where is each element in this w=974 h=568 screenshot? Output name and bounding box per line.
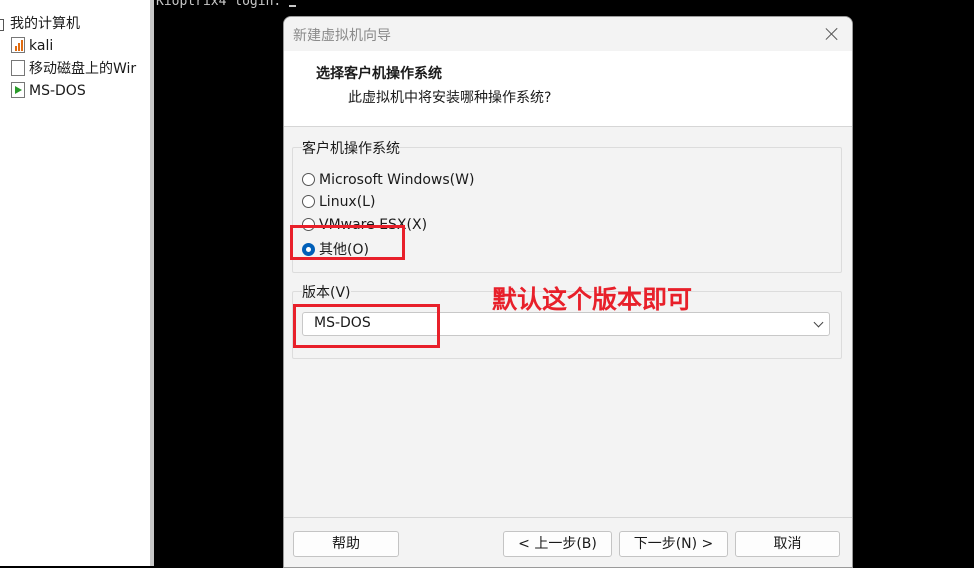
help-button[interactable]: 帮助	[293, 531, 399, 557]
library-root[interactable]: 我的计算机	[0, 14, 80, 34]
radio-button[interactable]	[302, 173, 315, 186]
library-item-kali[interactable]: kali	[11, 36, 53, 56]
wizard-header: 选择客户机操作系统 此虚拟机中将安装哪种操作系统?	[284, 51, 852, 127]
checkbox-icon[interactable]	[0, 19, 4, 31]
close-icon[interactable]	[822, 24, 842, 44]
radio-option-windows[interactable]: Microsoft Windows(W)	[302, 172, 474, 192]
vm-icon	[11, 37, 25, 53]
annotation-highlight-other	[290, 225, 405, 260]
library-root-label: 我的计算机	[10, 16, 80, 32]
library-item-removable[interactable]: 移动磁盘上的Wir	[11, 59, 136, 79]
console-login-prompt: Kioptrix4 login:	[156, 0, 290, 9]
library-item-label: MS-DOS	[29, 83, 86, 99]
back-button[interactable]: < 上一步(B)	[503, 531, 612, 557]
library-item-label: 移动磁盘上的Wir	[29, 61, 137, 77]
vm-icon	[11, 60, 25, 76]
radio-label: Linux(L)	[319, 194, 376, 210]
chevron-down-icon	[813, 317, 824, 328]
radio-label: Microsoft Windows(W)	[319, 172, 475, 188]
library-item-msdos[interactable]: MS-DOS	[11, 81, 86, 101]
play-vm-icon	[11, 82, 25, 98]
wizard-footer: 帮助 < 上一步(B) 下一步(N) > 取消	[284, 517, 852, 567]
annotation-text: 默认这个版本即可	[492, 285, 693, 314]
header-subtitle: 此虚拟机中将安装哪种操作系统?	[348, 90, 552, 106]
panel-splitter[interactable]	[150, 0, 154, 566]
version-label: 版本(V)	[302, 282, 351, 302]
header-title: 选择客户机操作系统	[316, 66, 442, 82]
guest-os-group-label: 客户机操作系统	[302, 138, 400, 158]
console-cursor	[289, 0, 297, 7]
dialog-titlebar[interactable]: 新建虚拟机向导	[284, 17, 852, 51]
radio-option-linux[interactable]: Linux(L)	[302, 194, 375, 214]
library-panel: 我的计算机 kali 移动磁盘上的Wir MS-DOS	[0, 0, 151, 566]
next-button[interactable]: 下一步(N) >	[619, 531, 728, 557]
console-output: Kioptrix4 login:	[156, 0, 297, 9]
library-item-label: kali	[29, 38, 54, 54]
dialog-title: 新建虚拟机向导	[293, 28, 391, 44]
radio-button[interactable]	[302, 195, 315, 208]
annotation-highlight-version	[293, 304, 440, 348]
cancel-button[interactable]: 取消	[735, 531, 840, 557]
